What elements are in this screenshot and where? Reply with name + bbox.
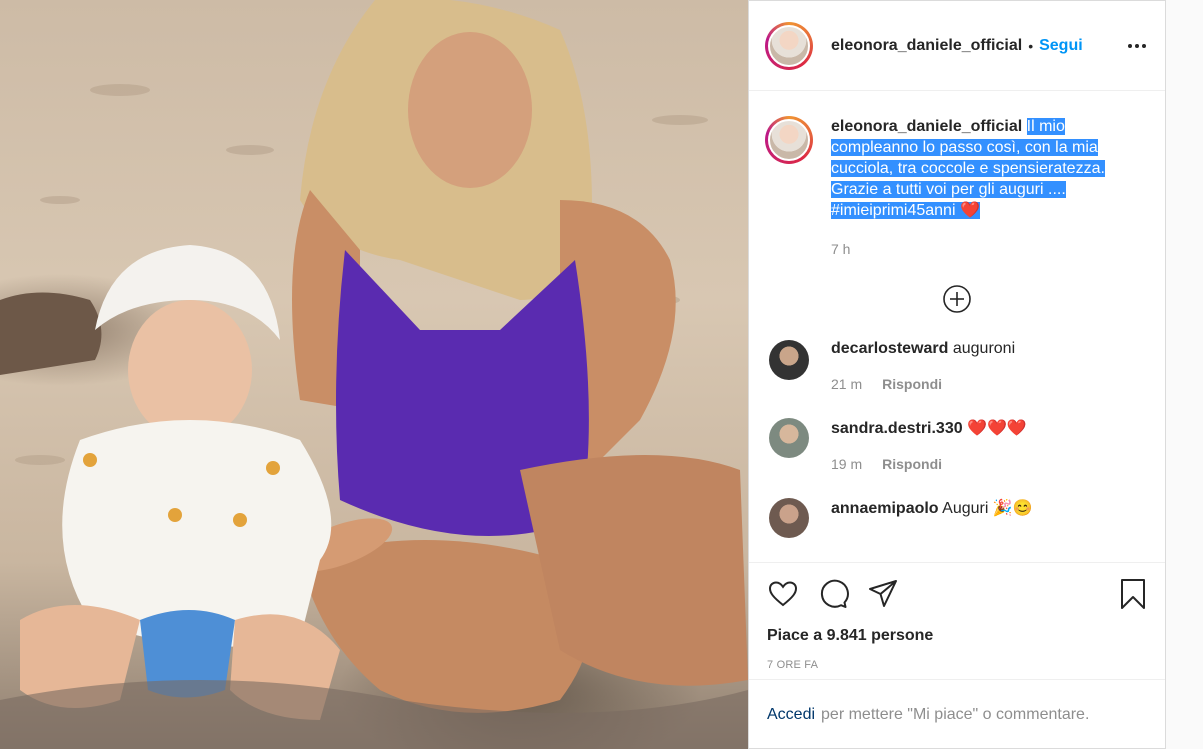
- caption-time: 7 h: [831, 241, 851, 257]
- post-actions: Piace a 9.841 persone 7 ORE FA: [749, 562, 1165, 671]
- post-timestamp: 7 ORE FA: [767, 659, 819, 671]
- reply-button[interactable]: Rispondi: [882, 376, 942, 392]
- caption-author-avatar[interactable]: [765, 116, 813, 164]
- login-prompt-text: per mettere "Mi piace" o commentare.: [821, 706, 1090, 723]
- commenter-avatar[interactable]: [769, 498, 809, 538]
- more-options-icon[interactable]: [1125, 34, 1149, 58]
- commenter-username[interactable]: decarlosteward: [831, 340, 948, 357]
- comment-item: sandra.destri.330 ❤️❤️❤️ 19 m Rispondi: [765, 418, 1149, 472]
- bookmark-icon[interactable]: [1117, 578, 1149, 610]
- caption-hashtag-line: #imieiprimi45anni ❤️: [831, 202, 980, 219]
- share-icon[interactable]: [867, 578, 899, 610]
- follow-button[interactable]: Segui: [1039, 37, 1083, 55]
- caption-text-line-4: Grazie a tutti voi per gli auguri ....: [831, 181, 1066, 198]
- comment-item: annaemipaolo Auguri 🎉😊: [765, 498, 1149, 538]
- commenter-username[interactable]: sandra.destri.330: [831, 420, 963, 437]
- author-avatar[interactable]: [765, 21, 813, 70]
- login-prompt: Accedi per mettere "Mi piace" o commenta…: [749, 679, 1165, 749]
- comment-text: Auguri 🎉😊: [942, 500, 1033, 517]
- likes-count[interactable]: Piace a 9.841 persone: [767, 627, 1149, 645]
- commenter-avatar[interactable]: [769, 418, 809, 458]
- comment-text: ❤️❤️❤️: [967, 420, 1027, 437]
- caption-text-line-3: cucciola, tra coccole e spensieratezza.: [831, 160, 1105, 177]
- login-link[interactable]: Accedi: [767, 706, 815, 724]
- caption-text-line-1: Il mio: [1026, 118, 1065, 135]
- reply-button[interactable]: Rispondi: [882, 456, 942, 472]
- caption-username[interactable]: eleonora_daniele_official: [831, 118, 1022, 135]
- heart-icon[interactable]: [767, 578, 799, 610]
- commenter-avatar[interactable]: [769, 340, 809, 380]
- post-photo[interactable]: [0, 0, 748, 749]
- commenter-username[interactable]: annaemipaolo: [831, 500, 939, 517]
- comment-icon[interactable]: [817, 578, 849, 610]
- comment-text: auguroni: [952, 340, 1016, 357]
- comment-time: 19 m: [831, 456, 863, 472]
- post-side-panel: eleonora_daniele_official • Segui eleono…: [748, 0, 1166, 749]
- add-comment-icon[interactable]: [942, 284, 972, 314]
- author-username[interactable]: eleonora_daniele_official: [831, 37, 1022, 55]
- comment-item: decarlosteward auguroni 21 m Rispondi: [765, 340, 1149, 392]
- page-background: [1166, 0, 1203, 749]
- post-header: eleonora_daniele_official • Segui: [749, 1, 1165, 91]
- separator-dot: •: [1028, 37, 1034, 54]
- post-caption: eleonora_daniele_official Il mio complea…: [765, 116, 1149, 260]
- caption-text-line-2: compleanno lo passo così, con la mia: [831, 139, 1098, 156]
- comment-time: 21 m: [831, 376, 863, 392]
- comments-section[interactable]: eleonora_daniele_official Il mio complea…: [749, 92, 1165, 562]
- beach-photo-illustration: [0, 0, 748, 749]
